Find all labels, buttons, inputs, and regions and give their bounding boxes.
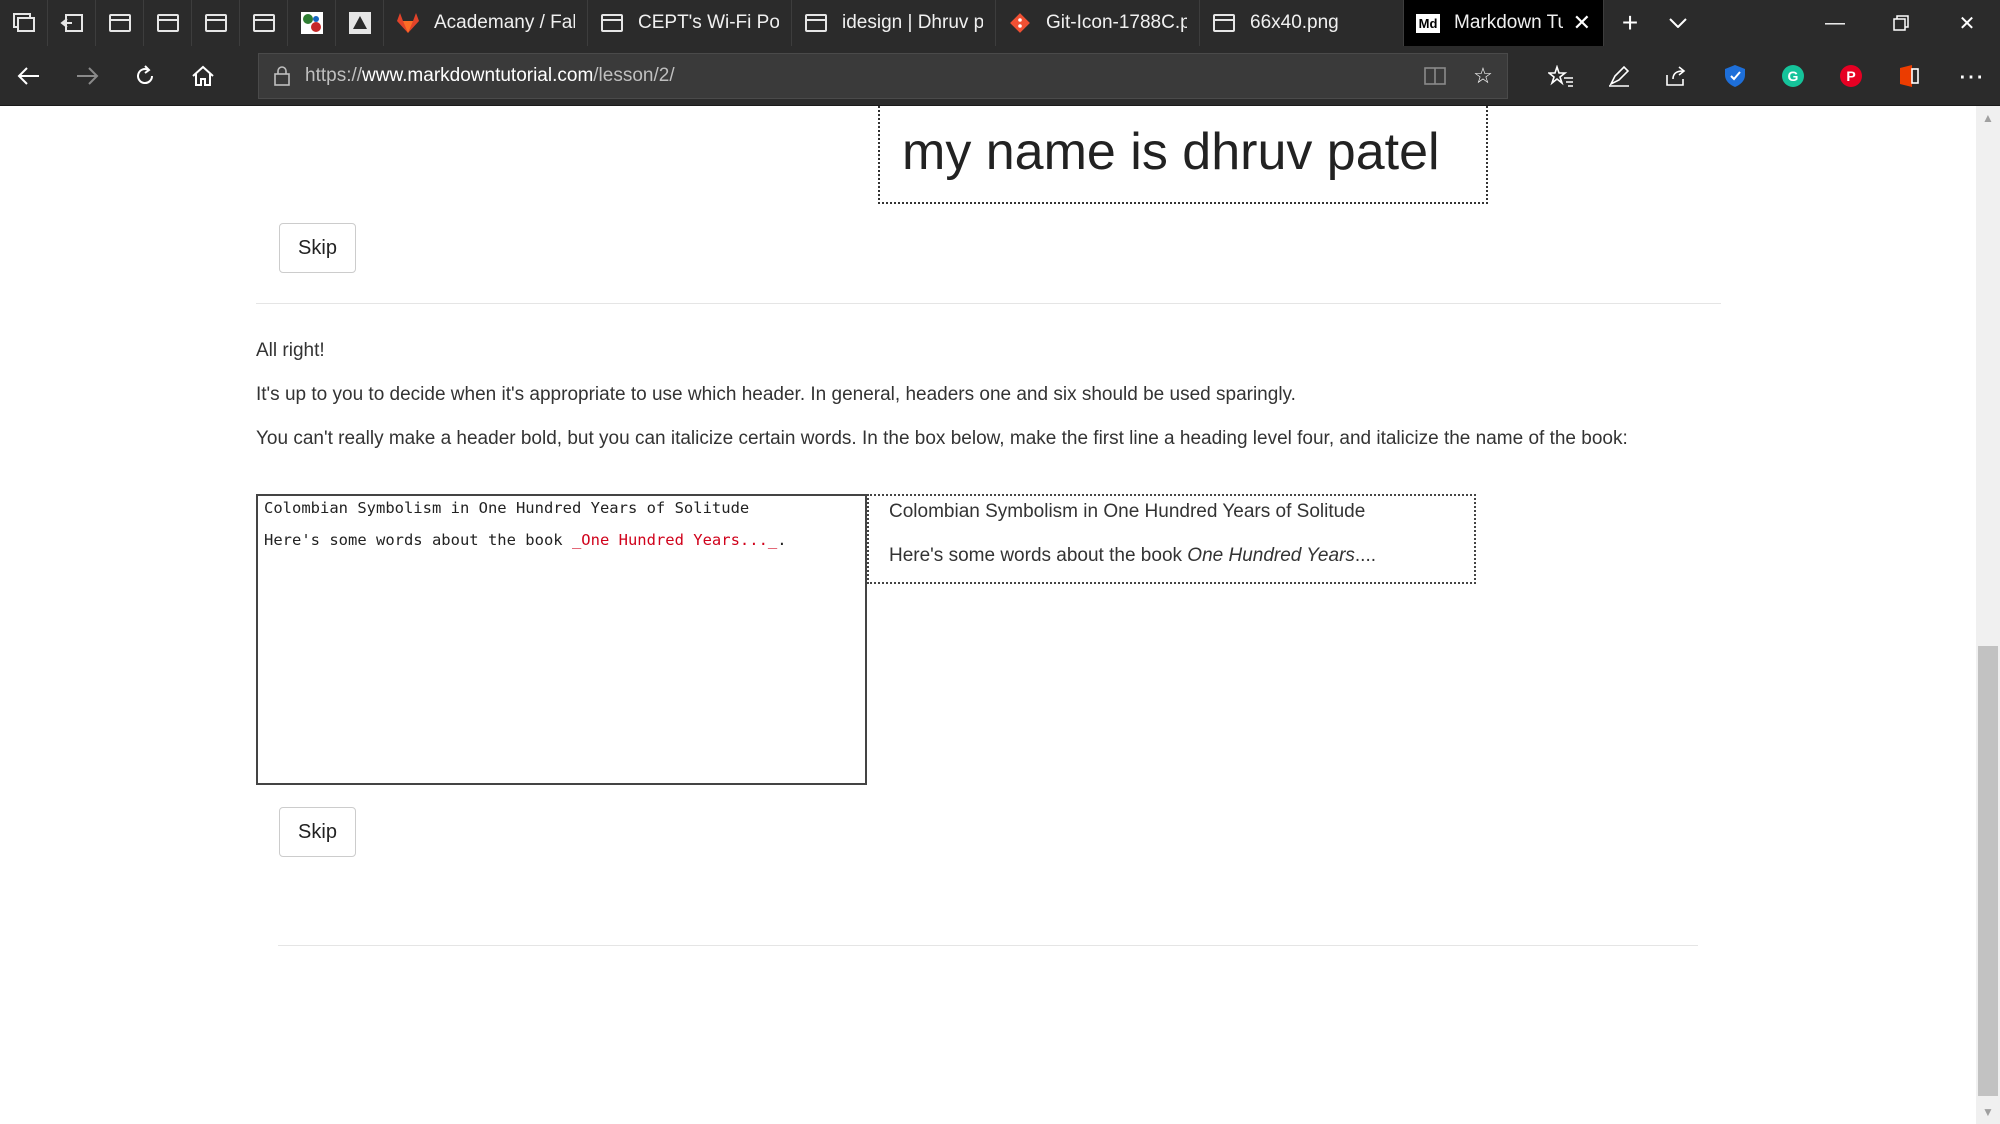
favorites-hub-icon[interactable] [1532, 46, 1590, 106]
favorite-star-icon[interactable]: ☆ [1459, 53, 1507, 99]
lock-icon [259, 66, 305, 86]
bottom-divider [278, 945, 1698, 946]
tab-git-icon[interactable]: Git-Icon-1788C.p [996, 0, 1200, 46]
editor-emphasis: _One Hundred Years..._ [571, 531, 778, 549]
set-aside-tabs-icon[interactable] [48, 0, 96, 46]
address-bar[interactable]: https://www.markdowntutorial.com/lesson/… [258, 53, 1508, 99]
tab-label: CEPT's Wi-Fi Port [638, 12, 779, 33]
forward-arrow-icon [77, 66, 99, 85]
previous-result-box: my name is dhruv patel [878, 106, 1488, 204]
markdown-editor[interactable]: Colombian Symbolism in One Hundred Years… [256, 494, 867, 785]
page-icon [804, 11, 828, 35]
tab-strip-spacer [1700, 0, 1802, 46]
restore-button[interactable] [1868, 0, 1934, 46]
page-content: my name is dhruv patel Skip All right! I… [0, 106, 1976, 1120]
home-button[interactable] [174, 46, 232, 106]
pinterest-icon[interactable]: P [1822, 46, 1880, 106]
scrollbar-thumb[interactable] [1978, 646, 1998, 1096]
back-arrow-icon [17, 66, 39, 85]
tab-label: Git-Icon-1788C.p [1046, 12, 1187, 33]
tab-markdown-tutorial[interactable]: Md Markdown Tu ✕ [1404, 0, 1604, 46]
svg-text:P: P [1846, 68, 1855, 84]
pinned-tab-4[interactable] [240, 0, 288, 46]
markdown-icon: Md [1415, 11, 1441, 35]
svg-text:G: G [1788, 68, 1799, 84]
new-tab-button[interactable]: + [1604, 0, 1656, 46]
tab-label: Academany / Fab [434, 12, 575, 33]
tab-preview-chevron-icon[interactable] [1656, 0, 1700, 46]
tab-66x40[interactable]: 66x40.png [1200, 0, 1404, 46]
scroll-down-arrow-icon[interactable]: ▼ [1976, 1100, 2000, 1124]
tab-label: Markdown Tu [1454, 12, 1563, 33]
shield-extension-icon[interactable] [1706, 46, 1764, 106]
section-divider [256, 303, 1721, 304]
refresh-icon [137, 64, 154, 84]
tab-label: idesign | Dhruv p [842, 12, 983, 33]
page-icon [204, 14, 227, 32]
page-icon [600, 11, 624, 35]
pinned-tab-2[interactable] [144, 0, 192, 46]
tab-cept-wifi[interactable]: CEPT's Wi-Fi Port [588, 0, 792, 46]
drive-icon [348, 12, 371, 34]
pinned-tab-1[interactable] [96, 0, 144, 46]
close-tab-icon[interactable]: ✕ [1563, 10, 1591, 36]
preview-line-2: Here's some words about the book One Hun… [889, 545, 1377, 566]
address-text[interactable]: https://www.markdowntutorial.com/lesson/… [305, 65, 1411, 87]
pinned-tab-6[interactable] [336, 0, 384, 46]
forward-button[interactable] [58, 46, 116, 106]
close-window-button[interactable]: ✕ [1934, 0, 2000, 46]
editor-line-2: Here's some words about the book _One Hu… [264, 531, 787, 549]
tab-idesign[interactable]: idesign | Dhruv p [792, 0, 996, 46]
skip-button-2[interactable]: Skip [279, 807, 356, 857]
markdown-preview: Colombian Symbolism in One Hundred Years… [867, 494, 1476, 584]
office-extension-icon[interactable] [1880, 46, 1938, 106]
settings-more-icon[interactable]: ⋯ [1942, 46, 2000, 106]
scroll-up-arrow-icon[interactable]: ▲ [1976, 106, 2000, 130]
grammarly-icon[interactable]: G [1764, 46, 1822, 106]
share-icon[interactable] [1648, 46, 1706, 106]
editor-line-1: Colombian Symbolism in One Hundred Years… [264, 499, 750, 517]
home-icon [192, 65, 214, 86]
page-icon [156, 14, 179, 32]
paragraph-instructions: You can't really make a header bold, but… [256, 428, 1628, 449]
page-icon [108, 14, 131, 32]
preview-emphasis: One Hundred Years [1187, 545, 1355, 566]
refresh-button[interactable] [116, 46, 174, 106]
back-button[interactable] [0, 46, 58, 106]
page-icon [1212, 11, 1236, 35]
reading-view-icon[interactable] [1411, 53, 1459, 99]
previous-result-heading: my name is dhruv patel [902, 123, 1440, 181]
paragraph-headers: It's up to you to decide when it's appro… [256, 384, 1296, 405]
web-note-pen-icon[interactable] [1590, 46, 1648, 106]
skip-button-1[interactable]: Skip [279, 223, 356, 273]
tab-label: 66x40.png [1250, 12, 1339, 33]
tab-actions-icon[interactable] [0, 0, 48, 46]
preview-line-1: Colombian Symbolism in One Hundred Years… [889, 501, 1366, 522]
pinned-tab-5[interactable] [288, 0, 336, 46]
pinned-tab-3[interactable] [192, 0, 240, 46]
intro-text: All right! [256, 340, 325, 361]
gitlab-icon [396, 11, 420, 35]
colorful-app-icon [300, 12, 323, 34]
tab-strip: Academany / Fab CEPT's Wi-Fi Port idesig… [0, 0, 2000, 46]
git-icon [1008, 11, 1032, 35]
tab-gitlab[interactable]: Academany / Fab [384, 0, 588, 46]
vertical-scrollbar[interactable]: ▲ ▼ [1976, 106, 2000, 1124]
page-icon [252, 14, 275, 32]
navigation-toolbar: https://www.markdowntutorial.com/lesson/… [0, 46, 2000, 106]
minimize-button[interactable]: — [1802, 0, 1868, 46]
